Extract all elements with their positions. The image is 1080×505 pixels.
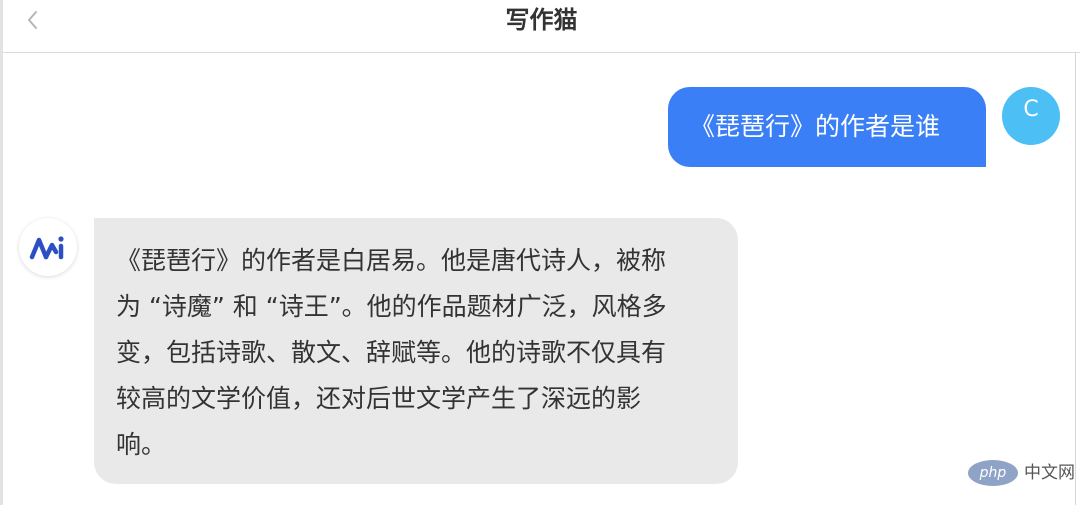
user-avatar: C: [1002, 87, 1060, 145]
mi-logo-icon: [29, 236, 64, 260]
watermark: php 中文网: [968, 458, 1078, 488]
bot-message-line: 《琵琶行》的作者是白居易。他是唐代诗人，被称: [116, 246, 667, 275]
user-message-bubble: 《琵琶行》的作者是谁: [668, 87, 986, 167]
bot-message-line: 为 “诗魔” 和 “诗王”。他的作品题材广泛，风格多: [116, 292, 667, 321]
bot-message-line: 变，包括诗歌、散文、辞赋等。他的诗歌不仅具有: [116, 338, 667, 367]
bot-message-line: 较高的文学价值，还对后世文学产生了深远的影: [116, 384, 642, 413]
watermark-label: 中文网: [1024, 463, 1075, 483]
window-right-border: [1075, 52, 1076, 505]
php-logo: php: [968, 460, 1018, 486]
bot-message-line: 响。: [116, 430, 167, 459]
bot-message-bubble: 《琵琶行》的作者是白居易。他是唐代诗人，被称 为 “诗魔” 和 “诗王”。他的作…: [94, 218, 738, 484]
bot-avatar: [19, 218, 77, 276]
chat-window: 写作猫 《琵琶行》的作者是谁 C 《琵琶行》的作者是白居易。他是唐代诗人，被称 …: [0, 0, 1080, 505]
page-title: 写作猫: [505, 6, 578, 34]
header-bar: 写作猫: [3, 0, 1080, 53]
window-left-border: [0, 0, 3, 505]
